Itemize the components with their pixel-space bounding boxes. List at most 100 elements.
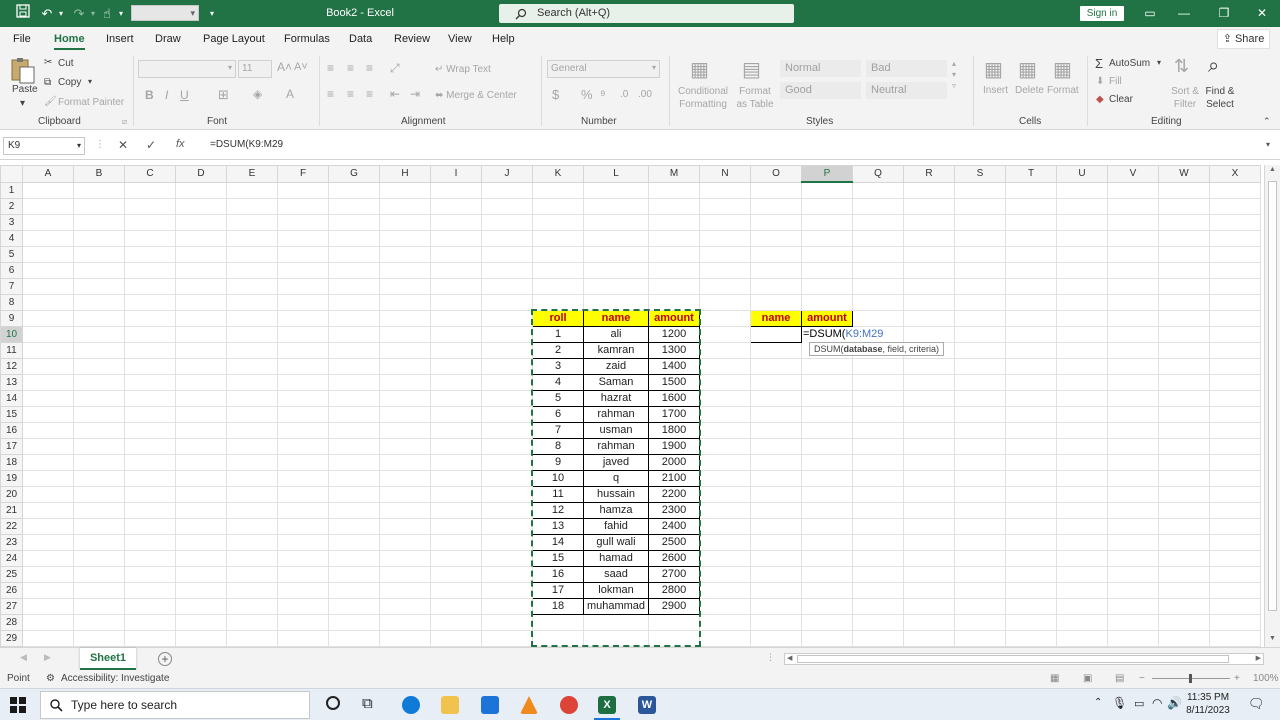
- cell[interactable]: [699, 277, 751, 295]
- merge-center-button[interactable]: ⬌ Merge & Center: [435, 90, 517, 101]
- cell[interactable]: [1005, 373, 1057, 391]
- cell[interactable]: [226, 389, 278, 407]
- cell[interactable]: [1107, 245, 1159, 263]
- cell[interactable]: [379, 341, 431, 359]
- cell[interactable]: [226, 485, 278, 503]
- cell[interactable]: [175, 293, 227, 311]
- table-cell[interactable]: kamran: [583, 341, 649, 359]
- cell[interactable]: [852, 533, 904, 551]
- decrease-font-icon[interactable]: A˅: [294, 61, 308, 73]
- cell[interactable]: [1158, 293, 1210, 311]
- cell[interactable]: [648, 261, 700, 279]
- cell[interactable]: [73, 485, 125, 503]
- show-hidden-icons-icon[interactable]: ⌃: [1094, 697, 1102, 708]
- cell[interactable]: [750, 373, 802, 391]
- cell[interactable]: [277, 421, 329, 439]
- cell[interactable]: [1107, 405, 1159, 423]
- table-cell[interactable]: 5: [532, 389, 584, 407]
- cell[interactable]: [1056, 261, 1108, 279]
- tab-data[interactable]: Data: [349, 32, 372, 46]
- column-header-h[interactable]: H: [379, 165, 431, 183]
- cell[interactable]: [430, 261, 482, 279]
- cell[interactable]: [226, 197, 278, 215]
- cell[interactable]: [801, 501, 853, 519]
- cell[interactable]: [1056, 341, 1108, 359]
- cell[interactable]: [73, 389, 125, 407]
- row-header[interactable]: 13: [0, 373, 23, 391]
- table-cell[interactable]: hamad: [583, 549, 649, 567]
- cell[interactable]: [1107, 581, 1159, 599]
- cell[interactable]: [226, 405, 278, 423]
- cell[interactable]: [699, 565, 751, 583]
- cell[interactable]: [430, 517, 482, 535]
- cell[interactable]: [226, 181, 278, 199]
- table-cell[interactable]: 2100: [648, 469, 700, 487]
- enter-icon[interactable]: ✓: [146, 138, 156, 152]
- zoom-level[interactable]: 100%: [1253, 670, 1279, 688]
- cell[interactable]: [801, 581, 853, 599]
- row-header[interactable]: 19: [0, 469, 23, 487]
- cell[interactable]: [328, 613, 380, 631]
- tab-help[interactable]: Help: [492, 32, 515, 46]
- cell[interactable]: [124, 613, 176, 631]
- column-header-t[interactable]: T: [1005, 165, 1057, 183]
- cell[interactable]: [801, 453, 853, 471]
- cell[interactable]: [1005, 437, 1057, 455]
- number-format-dropdown[interactable]: General ▾: [547, 60, 660, 78]
- cell[interactable]: [648, 293, 700, 311]
- scroll-left-icon[interactable]: ◀: [787, 654, 792, 662]
- wifi-icon[interactable]: ◠: [1152, 696, 1162, 710]
- cell[interactable]: [175, 437, 227, 455]
- cell[interactable]: [903, 389, 955, 407]
- cell[interactable]: [379, 277, 431, 295]
- table-cell[interactable]: 1400: [648, 357, 700, 375]
- table-cell[interactable]: javed: [583, 453, 649, 471]
- increase-decimal-icon[interactable]: .0: [620, 89, 628, 100]
- cell[interactable]: [699, 373, 751, 391]
- cell[interactable]: [852, 405, 904, 423]
- cell[interactable]: [954, 581, 1006, 599]
- column-header-v[interactable]: V: [1107, 165, 1159, 183]
- horizontal-scroll-thumb[interactable]: [797, 655, 1229, 663]
- cell[interactable]: [277, 501, 329, 519]
- row-header[interactable]: 15: [0, 405, 23, 423]
- cell[interactable]: [1005, 245, 1057, 263]
- cell[interactable]: [1005, 197, 1057, 215]
- style-bad[interactable]: Bad: [866, 60, 947, 77]
- cell[interactable]: [175, 213, 227, 231]
- cell[interactable]: [124, 421, 176, 439]
- cell[interactable]: [277, 469, 329, 487]
- zoom-slider-thumb[interactable]: [1189, 674, 1192, 683]
- cell[interactable]: [699, 181, 751, 199]
- table-cell[interactable]: fahid: [583, 517, 649, 535]
- cell[interactable]: [903, 613, 955, 631]
- cell[interactable]: [124, 197, 176, 215]
- cell[interactable]: [852, 277, 904, 295]
- table-cell[interactable]: usman: [583, 421, 649, 439]
- cell[interactable]: [1056, 453, 1108, 471]
- cell[interactable]: [1158, 597, 1210, 615]
- table-cell[interactable]: 7: [532, 421, 584, 439]
- cell[interactable]: [277, 181, 329, 199]
- cell[interactable]: [699, 581, 751, 599]
- cell[interactable]: [903, 453, 955, 471]
- cell[interactable]: [1107, 325, 1159, 343]
- cell[interactable]: [22, 357, 74, 375]
- cell[interactable]: [430, 373, 482, 391]
- cell[interactable]: [226, 613, 278, 631]
- cell[interactable]: [73, 629, 125, 647]
- cell[interactable]: [750, 517, 802, 535]
- cell[interactable]: [328, 549, 380, 567]
- cell[interactable]: [124, 565, 176, 583]
- cell[interactable]: [1158, 325, 1210, 343]
- cell[interactable]: [430, 389, 482, 407]
- table-cell[interactable]: 18: [532, 597, 584, 615]
- cell[interactable]: [379, 325, 431, 343]
- cell[interactable]: [73, 197, 125, 215]
- cell[interactable]: [583, 181, 649, 199]
- cell[interactable]: [73, 581, 125, 599]
- minimize-icon[interactable]: —: [1172, 3, 1196, 23]
- table-cell[interactable]: 16: [532, 565, 584, 583]
- cell[interactable]: [750, 613, 802, 631]
- battery-icon[interactable]: ▭: [1134, 697, 1144, 710]
